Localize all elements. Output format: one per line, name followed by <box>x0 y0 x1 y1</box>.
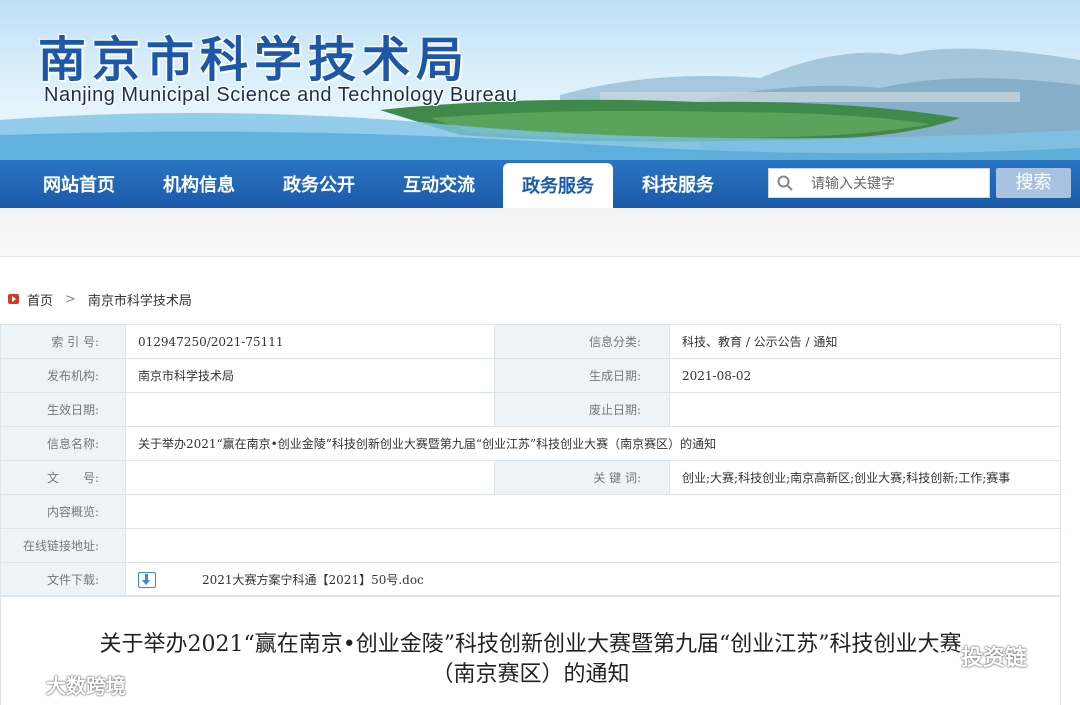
nav-organization[interactable]: 机构信息 <box>144 160 254 208</box>
created-label: 生成日期: <box>494 358 670 393</box>
publisher-label: 发布机构: <box>0 358 126 393</box>
keywords-label: 关 键 词: <box>494 460 670 495</box>
index-no-value: 012947250/2021-75111 <box>125 324 495 359</box>
main-nav: 网站首页 机构信息 政务公开 互动交流 政务服务 科技服务 搜索 <box>0 160 1080 208</box>
doc-no-label: 文 号: <box>0 460 126 495</box>
table-row: 内容概览: <box>0 494 1061 529</box>
expire-value <box>669 392 1061 427</box>
nav-gov-services[interactable]: 政务服务 <box>503 163 613 208</box>
nav-tech-services[interactable]: 科技服务 <box>623 160 733 208</box>
nav-gov-affairs[interactable]: 政务公开 <box>264 160 374 208</box>
link-label: 在线链接地址: <box>0 528 126 563</box>
doc-no-value <box>125 460 495 495</box>
table-row: 文 号: 关 键 词: 创业;大赛;科技创业;南京高新区;创业大赛;科技创新;工… <box>0 460 1061 495</box>
watermark-logo-icon <box>10 676 40 693</box>
watermark-right-text: 投资链 <box>961 646 1028 671</box>
table-row: 生效日期: 废止日期: <box>0 392 1061 427</box>
sub-nav-bar <box>0 208 1080 257</box>
info-table: 索 引 号: 012947250/2021-75111 信息分类: 科技、教育 … <box>0 324 1061 597</box>
article-title: 关于举办2021“赢在南京•创业金陵”科技创新创业大赛暨第九届“创业江苏”科技创… <box>0 630 1061 690</box>
expire-label: 废止日期: <box>494 392 670 427</box>
table-row: 文件下载: 2021大赛方案宁科通【2021】50号.doc <box>0 562 1061 597</box>
summary-value <box>125 494 1061 529</box>
nav-home[interactable]: 网站首页 <box>24 160 134 208</box>
search-icon <box>777 175 793 191</box>
name-label: 信息名称: <box>0 426 126 461</box>
site-subtitle: Nanjing Municipal Science and Technology… <box>44 84 518 106</box>
watermark-right: 投资链 <box>925 640 1027 672</box>
article-title-line2: （南京赛区）的通知 <box>431 662 630 687</box>
search-button[interactable]: 搜索 <box>996 168 1071 198</box>
created-value: 2021-08-02 <box>669 358 1061 393</box>
table-row: 索 引 号: 012947250/2021-75111 信息分类: 科技、教育 … <box>0 324 1061 359</box>
link-value <box>125 528 1061 563</box>
download-link[interactable]: 2021大赛方案宁科通【2021】50号.doc <box>202 573 424 587</box>
header-banner: 南京市科学技术局 Nanjing Municipal Science and T… <box>0 0 1080 160</box>
breadcrumb-current[interactable]: 南京市科学技术局 <box>88 290 192 309</box>
site-title: 南京市科学技术局 <box>38 32 471 88</box>
download-cell: 2021大赛方案宁科通【2021】50号.doc <box>125 562 1061 597</box>
effective-value <box>125 392 495 427</box>
category-value: 科技、教育 / 公示公告 / 通知 <box>669 324 1061 359</box>
breadcrumb-home[interactable]: 首页 <box>27 290 53 309</box>
table-row: 发布机构: 南京市科学技术局 生成日期: 2021-08-02 <box>0 358 1061 393</box>
download-icon[interactable] <box>138 572 156 589</box>
table-row: 信息名称: 关于举办2021“赢在南京•创业金陵”科技创新创业大赛暨第九届“创业… <box>0 426 1061 461</box>
watermark-left: 大数跨境 <box>10 670 126 699</box>
watermark-left-text: 大数跨境 <box>46 674 126 698</box>
article-title-line1: 关于举办2021“赢在南京•创业金陵”科技创新创业大赛暨第九届“创业江苏”科技创… <box>99 632 962 657</box>
wechat-icon <box>926 646 954 666</box>
table-row: 在线链接地址: <box>0 528 1061 563</box>
nav-interaction[interactable]: 互动交流 <box>384 160 494 208</box>
name-value: 关于举办2021“赢在南京•创业金陵”科技创新创业大赛暨第九届“创业江苏”科技创… <box>125 426 1061 461</box>
breadcrumb-separator: > <box>65 291 76 307</box>
keywords-value: 创业;大赛;科技创业;南京高新区;创业大赛;科技创新;工作;赛事 <box>669 460 1061 495</box>
index-no-label: 索 引 号: <box>0 324 126 359</box>
breadcrumb: 首页 > 南京市科学技术局 <box>8 289 192 309</box>
search-box <box>768 168 990 198</box>
search-input[interactable] <box>809 172 983 196</box>
publisher-value: 南京市科学技术局 <box>125 358 495 393</box>
category-label: 信息分类: <box>494 324 670 359</box>
home-icon <box>8 294 19 304</box>
effective-label: 生效日期: <box>0 392 126 427</box>
download-label: 文件下载: <box>0 562 126 597</box>
summary-label: 内容概览: <box>0 494 126 529</box>
